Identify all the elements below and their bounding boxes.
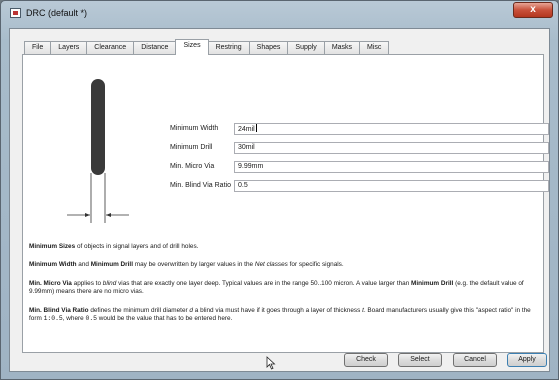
minimum-width-label: Minimum Width [170, 125, 219, 132]
tab-masks[interactable]: Masks [323, 41, 361, 54]
info-minimum-width-drill: Minimum Width and Minimum Drill may be o… [29, 261, 344, 268]
text-caret [255, 124, 257, 132]
minimum-width-input[interactable]: 24mil [234, 123, 549, 135]
tab-sizes[interactable]: Sizes [175, 39, 209, 55]
tab-misc[interactable]: Misc [359, 41, 390, 54]
wire-width-illustration [67, 79, 129, 223]
min-blind-via-ratio-value: 0.5 [238, 182, 248, 189]
tab-clearance[interactable]: Clearance [86, 41, 135, 54]
min-blind-via-ratio-label: Min. Blind Via Ratio [170, 182, 231, 189]
min-blind-via-ratio-input[interactable]: 0.5 [234, 180, 549, 192]
mouse-pointer-icon [266, 356, 276, 370]
minimum-drill-label: Minimum Drill [170, 144, 213, 151]
select-button[interactable]: Select [398, 353, 442, 367]
min-micro-via-value: 9.99mm [238, 163, 264, 170]
tab-supply[interactable]: Supply [287, 41, 325, 54]
title-bar[interactable]: DRC (default *) x [1, 1, 558, 25]
apply-button[interactable]: Apply [507, 353, 547, 367]
tab-layers[interactable]: Layers [50, 41, 88, 54]
window-title: DRC (default *) [26, 8, 88, 18]
minimum-drill-value: 30mil [238, 144, 255, 151]
info-min-micro-via: Min. Micro Via applies to blind vias tha… [29, 280, 524, 295]
tab-restring[interactable]: Restring [207, 41, 250, 54]
minimum-width-value: 24mil [238, 126, 255, 133]
min-micro-via-label: Min. Micro Via [170, 163, 215, 170]
app-icon [10, 8, 21, 18]
dialog-client: File Layers Clearance Distance Sizes Res… [9, 28, 550, 372]
tab-shapes[interactable]: Shapes [248, 41, 289, 54]
drc-window: DRC (default *) x File Layers Clearance … [0, 0, 559, 380]
minimum-drill-input[interactable]: 30mil [234, 142, 549, 154]
info-minimum-sizes: Minimum Sizes of objects in signal layer… [29, 243, 199, 250]
sizes-panel: Minimum Width 24mil Minimum Drill 30mil … [22, 54, 549, 353]
tab-bar: File Layers Clearance Distance Sizes Res… [24, 39, 390, 55]
close-button[interactable]: x [513, 2, 553, 18]
info-min-blind-via-ratio: Min. Blind Via Ratio defines the minimum… [29, 307, 531, 322]
check-button[interactable]: Check [344, 353, 388, 367]
tab-file[interactable]: File [24, 41, 52, 54]
cancel-button[interactable]: Cancel [453, 353, 497, 367]
min-micro-via-input[interactable]: 9.99mm [234, 161, 549, 173]
tab-distance[interactable]: Distance [133, 41, 177, 54]
